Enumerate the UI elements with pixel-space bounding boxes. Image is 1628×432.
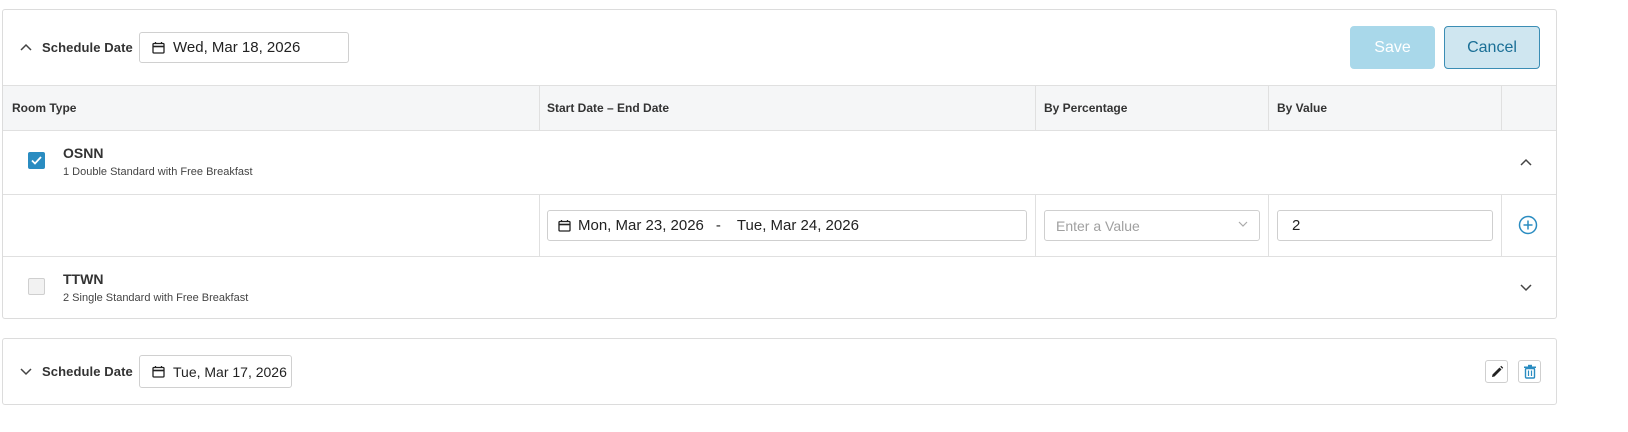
column-divider [1268, 86, 1269, 130]
room-table-header: Room Type Start Date – End Date By Perce… [3, 85, 1556, 131]
delete-button[interactable] [1518, 360, 1541, 383]
room-type-row: OSNN 1 Double Standard with Free Breakfa… [3, 131, 1556, 195]
chevron-up-icon[interactable] [19, 40, 33, 54]
calendar-icon [152, 41, 165, 54]
schedule-date-label: Schedule Date [42, 40, 133, 55]
schedule-card: Schedule Date Tue, Mar 17, 2026 [2, 338, 1557, 405]
end-date-value[interactable]: Tue, Mar 24, 2026 [737, 217, 859, 234]
schedule-date-value: Wed, Mar 18, 2026 [173, 39, 301, 56]
column-divider [1035, 86, 1036, 130]
column-divider [1501, 86, 1502, 130]
percentage-select[interactable]: Enter a Value [1044, 210, 1260, 241]
column-header-date-range: Start Date – End Date [547, 101, 670, 115]
column-divider [539, 86, 540, 130]
value-input-text: 2 [1292, 217, 1301, 234]
column-header-by-percentage: By Percentage [1044, 101, 1128, 115]
room-type-description: 1 Double Standard with Free Breakfast [63, 166, 253, 178]
percentage-placeholder: Enter a Value [1056, 217, 1140, 234]
room-type-checkbox[interactable] [28, 152, 45, 169]
edit-button[interactable] [1485, 360, 1508, 383]
column-divider [1035, 195, 1036, 256]
room-type-row: TTWN 2 Single Standard with Free Breakfa… [3, 257, 1556, 319]
column-divider [1268, 195, 1269, 256]
room-type-checkbox[interactable] [28, 278, 45, 295]
cancel-button[interactable]: Cancel [1444, 26, 1540, 69]
date-range-picker[interactable]: Mon, Mar 23, 2026 - Tue, Mar 24, 2026 [547, 210, 1027, 241]
chevron-down-icon[interactable] [19, 365, 33, 379]
chevron-down-icon [1238, 221, 1248, 228]
schedule-date-label: Schedule Date [42, 364, 133, 379]
schedule-header: Schedule Date Wed, Mar 18, 2026 Save Can… [3, 10, 1556, 85]
column-header-by-value: By Value [1277, 101, 1328, 115]
schedule-header: Schedule Date Tue, Mar 17, 2026 [3, 339, 1556, 404]
column-divider [539, 195, 540, 256]
chevron-down-icon[interactable] [1519, 281, 1533, 295]
date-range-separator: - [715, 217, 721, 234]
room-type-description: 2 Single Standard with Free Breakfast [63, 292, 249, 304]
schedule-card: Schedule Date Wed, Mar 18, 2026 Save Can… [2, 9, 1557, 319]
schedule-date-picker[interactable]: Tue, Mar 17, 2026 [139, 355, 292, 388]
room-type-code: TTWN [63, 271, 104, 287]
pencil-icon [1491, 365, 1503, 377]
schedule-date-picker[interactable]: Wed, Mar 18, 2026 [139, 32, 349, 63]
calendar-icon [558, 219, 571, 232]
value-input[interactable]: 2 [1277, 210, 1493, 241]
column-header-room-type: Room Type [12, 101, 77, 115]
save-button[interactable]: Save [1350, 26, 1435, 69]
trash-icon [1523, 364, 1536, 379]
plus-circle-icon[interactable] [1518, 215, 1538, 235]
check-icon [31, 156, 42, 165]
start-date-value[interactable]: Mon, Mar 23, 2026 [578, 217, 704, 234]
rate-rule-row: Mon, Mar 23, 2026 - Tue, Mar 24, 2026 En… [3, 195, 1556, 257]
chevron-up-icon[interactable] [1519, 155, 1533, 169]
calendar-icon [152, 365, 165, 378]
column-divider [1501, 195, 1502, 256]
schedule-date-value: Tue, Mar 17, 2026 [173, 363, 287, 380]
room-type-code: OSNN [63, 145, 104, 161]
